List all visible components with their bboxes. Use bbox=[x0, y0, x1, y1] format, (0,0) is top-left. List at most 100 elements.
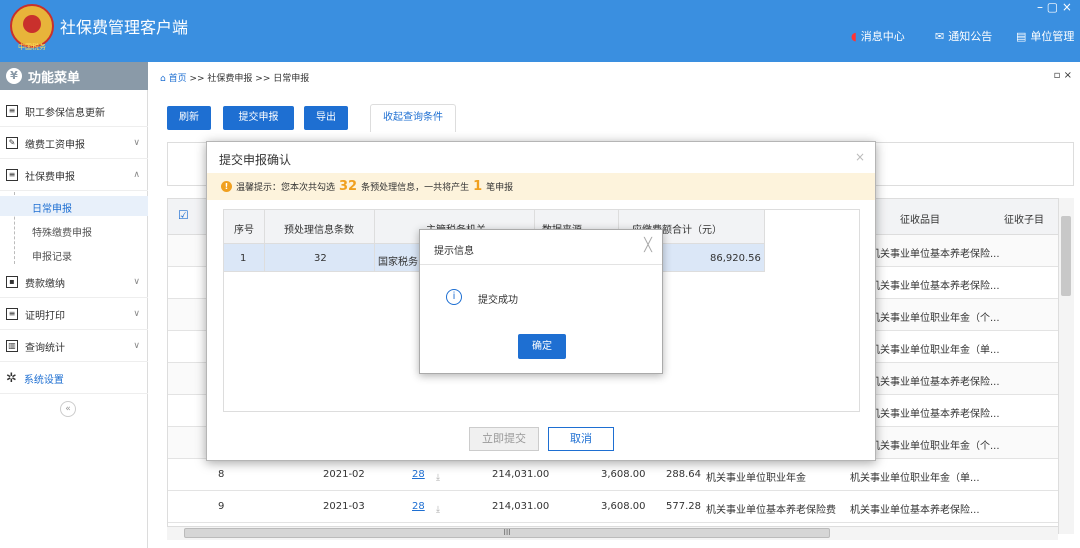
alert-message: 提交成功 bbox=[478, 295, 518, 306]
item-cell: 机关事业单位职业年金（个... bbox=[870, 441, 1000, 452]
item-cell: 机关事业单位基本养老保险... bbox=[870, 377, 1000, 388]
edit-icon: ✎ bbox=[6, 137, 18, 149]
alert-divider bbox=[420, 264, 662, 265]
row-number: 9 bbox=[218, 501, 225, 512]
table-row[interactable]: 8 2021-02 28 ⤓ 214,031.00 3,608.00 288.6… bbox=[168, 459, 1073, 491]
select-all-checkbox[interactable]: ☑ bbox=[178, 208, 189, 222]
close-icon[interactable]: ╳ bbox=[644, 238, 652, 253]
row-number: 8 bbox=[218, 469, 225, 480]
base-cell: 214,031.00 bbox=[492, 469, 550, 480]
name-cell: 机关事业单位职业年金 bbox=[706, 473, 806, 484]
item-cell: 机关事业单位基本养老保险... bbox=[870, 281, 1000, 292]
period-cell: 2021-02 bbox=[323, 469, 365, 480]
amount-cell: 3,608.00 bbox=[601, 469, 646, 480]
table-row[interactable]: 9 2021-03 28 ⤓ 214,031.00 3,608.00 577.2… bbox=[168, 491, 1073, 523]
ok-button[interactable]: 确定 bbox=[518, 334, 566, 359]
wallet-icon: ▪ bbox=[6, 276, 18, 288]
column-divider bbox=[764, 210, 765, 272]
cancel-button[interactable]: 取消 bbox=[548, 427, 614, 451]
tip-prefix: 温馨提示：您本次共勾选 bbox=[236, 183, 336, 193]
toggle-query-button[interactable]: 收起查询条件 bbox=[370, 104, 456, 132]
vertical-scroll-thumb[interactable] bbox=[1061, 216, 1071, 296]
header-no: 序号 bbox=[234, 225, 254, 236]
alert-title: 提示信息 bbox=[434, 246, 474, 257]
horizontal-scroll-thumb[interactable]: III bbox=[184, 528, 830, 538]
sidebar-subitem-declaration-records[interactable]: 申报记录 bbox=[32, 248, 72, 263]
item-cell: 机关事业单位职业年金（单... bbox=[870, 345, 1000, 356]
menu-header-label: 功能菜单 bbox=[28, 70, 81, 86]
sidebar: ¥ 功能菜单 ≡ 职工参保信息更新 ✎ 缴费工资申报 ∨ ≡ 社保费申报 ∧ 日… bbox=[0, 62, 148, 548]
header-item: 征收品目 bbox=[900, 215, 940, 226]
speaker-icon: ◖ bbox=[851, 29, 857, 43]
menu-header: ¥ 功能菜单 bbox=[0, 62, 148, 90]
info-icon: i bbox=[446, 289, 462, 305]
sidebar-item-query-statistics[interactable]: ▥ 查询统计 ∨ bbox=[0, 331, 148, 362]
sidebar-item-system-settings[interactable]: ✲ 系统设置 bbox=[0, 363, 148, 394]
row-authority: 国家税务 bbox=[378, 257, 418, 268]
unit-management-link[interactable]: ▤ 单位管理 bbox=[1016, 28, 1074, 44]
notices-label: 通知公告 bbox=[948, 30, 993, 43]
sidebar-item-payment[interactable]: ▪ 费款缴纳 ∨ bbox=[0, 267, 148, 298]
tip-count: 32 bbox=[339, 179, 358, 194]
sidebar-subitem-special-payment[interactable]: 特殊缴费申报 bbox=[32, 224, 92, 239]
yen-icon: ¥ bbox=[6, 68, 22, 84]
window-controls[interactable]: – ▢ × bbox=[1037, 0, 1072, 14]
item-cell: 机关事业单位职业年金（个... bbox=[870, 313, 1000, 324]
sidebar-item-social-insurance-declaration[interactable]: ≡ 社保费申报 ∧ bbox=[0, 160, 148, 191]
sidebar-item-label: 证明打印 bbox=[25, 310, 65, 322]
column-divider bbox=[374, 210, 375, 272]
amount-cell: 3,608.00 bbox=[601, 501, 646, 512]
warning-icon: ! bbox=[221, 181, 232, 192]
close-icon[interactable]: × bbox=[855, 150, 865, 164]
logo-caption: 中国税务 bbox=[18, 43, 46, 51]
sidebar-item-label: 职工参保信息更新 bbox=[25, 107, 105, 119]
tip-suffix: 笔申报 bbox=[486, 183, 514, 193]
count-link[interactable]: 28 bbox=[412, 469, 425, 480]
item-cell: 机关事业单位基本养老保险... bbox=[870, 249, 1000, 260]
download-icon[interactable]: ⤓ bbox=[436, 473, 440, 483]
submit-now-button[interactable]: 立即提交 bbox=[469, 427, 539, 451]
unit-management-label: 单位管理 bbox=[1030, 30, 1075, 43]
top-bar: 中国税务 社保费管理客户端 – ▢ × ◖ 消息中心 ✉ 通知公告 ▤ 单位管理 bbox=[0, 0, 1080, 62]
item-cell: 机关事业单位职业年金（单... bbox=[850, 473, 980, 484]
mail-icon: ✉ bbox=[935, 29, 945, 43]
sidebar-item-wage-declaration[interactable]: ✎ 缴费工资申报 ∨ bbox=[0, 128, 148, 159]
tip-banner: ! 温馨提示：您本次共勾选 32 条预处理信息，一共将产生 1 笔申报 bbox=[207, 173, 875, 200]
fee-cell: 577.28 bbox=[666, 501, 701, 512]
period-cell: 2021-03 bbox=[323, 501, 365, 512]
refresh-button[interactable]: 刷新 bbox=[167, 106, 211, 130]
tab-controls[interactable]: ▫ × bbox=[1054, 70, 1072, 81]
chevron-down-icon: ∨ bbox=[133, 138, 140, 148]
chevron-down-icon: ∨ bbox=[133, 341, 140, 351]
item-cell: 机关事业单位基本养老保险... bbox=[870, 409, 1000, 420]
sidebar-item-employee-info[interactable]: ≡ 职工参保信息更新 bbox=[0, 96, 148, 127]
building-icon: ▤ bbox=[1016, 29, 1027, 43]
chevron-down-icon: ∨ bbox=[133, 309, 140, 319]
chevron-up-icon: ∧ bbox=[133, 170, 140, 180]
submit-declaration-button[interactable]: 提交申报 bbox=[223, 106, 294, 130]
sidebar-subitem-daily-declaration[interactable]: 日常申报 bbox=[32, 200, 72, 215]
sidebar-item-label: 缴费工资申报 bbox=[25, 139, 85, 151]
header-count: 预处理信息条数 bbox=[284, 225, 354, 236]
count-link[interactable]: 28 bbox=[412, 501, 425, 512]
list-icon: ≡ bbox=[6, 105, 18, 117]
name-cell: 机关事业单位基本养老保险费 bbox=[706, 505, 836, 516]
collapse-sidebar-button[interactable]: « bbox=[60, 401, 76, 417]
fee-cell: 288.64 bbox=[666, 469, 701, 480]
message-center-link[interactable]: ◖ 消息中心 bbox=[851, 28, 905, 44]
base-cell: 214,031.00 bbox=[492, 501, 550, 512]
form-icon: ≡ bbox=[6, 169, 18, 181]
sidebar-item-label: 社保费申报 bbox=[25, 171, 75, 183]
home-icon: ⌂ bbox=[160, 74, 166, 84]
app-title: 社保费管理客户端 bbox=[60, 18, 189, 37]
breadcrumb: ⌂ 首页 >> 社保费申报 >> 日常申报 bbox=[160, 71, 309, 84]
sidebar-item-label: 系统设置 bbox=[23, 374, 64, 386]
export-button[interactable]: 导出 bbox=[304, 106, 348, 130]
sidebar-item-certificate-print[interactable]: ≡ 证明打印 ∨ bbox=[0, 299, 148, 330]
success-alert: 提示信息 ╳ i 提交成功 确定 bbox=[419, 229, 663, 374]
notices-link[interactable]: ✉ 通知公告 bbox=[935, 28, 992, 44]
chart-icon: ▥ bbox=[6, 340, 18, 352]
item-cell: 机关事业单位基本养老保险... bbox=[850, 505, 980, 516]
download-icon[interactable]: ⤓ bbox=[436, 505, 440, 515]
breadcrumb-home-link[interactable]: 首页 bbox=[169, 74, 187, 84]
